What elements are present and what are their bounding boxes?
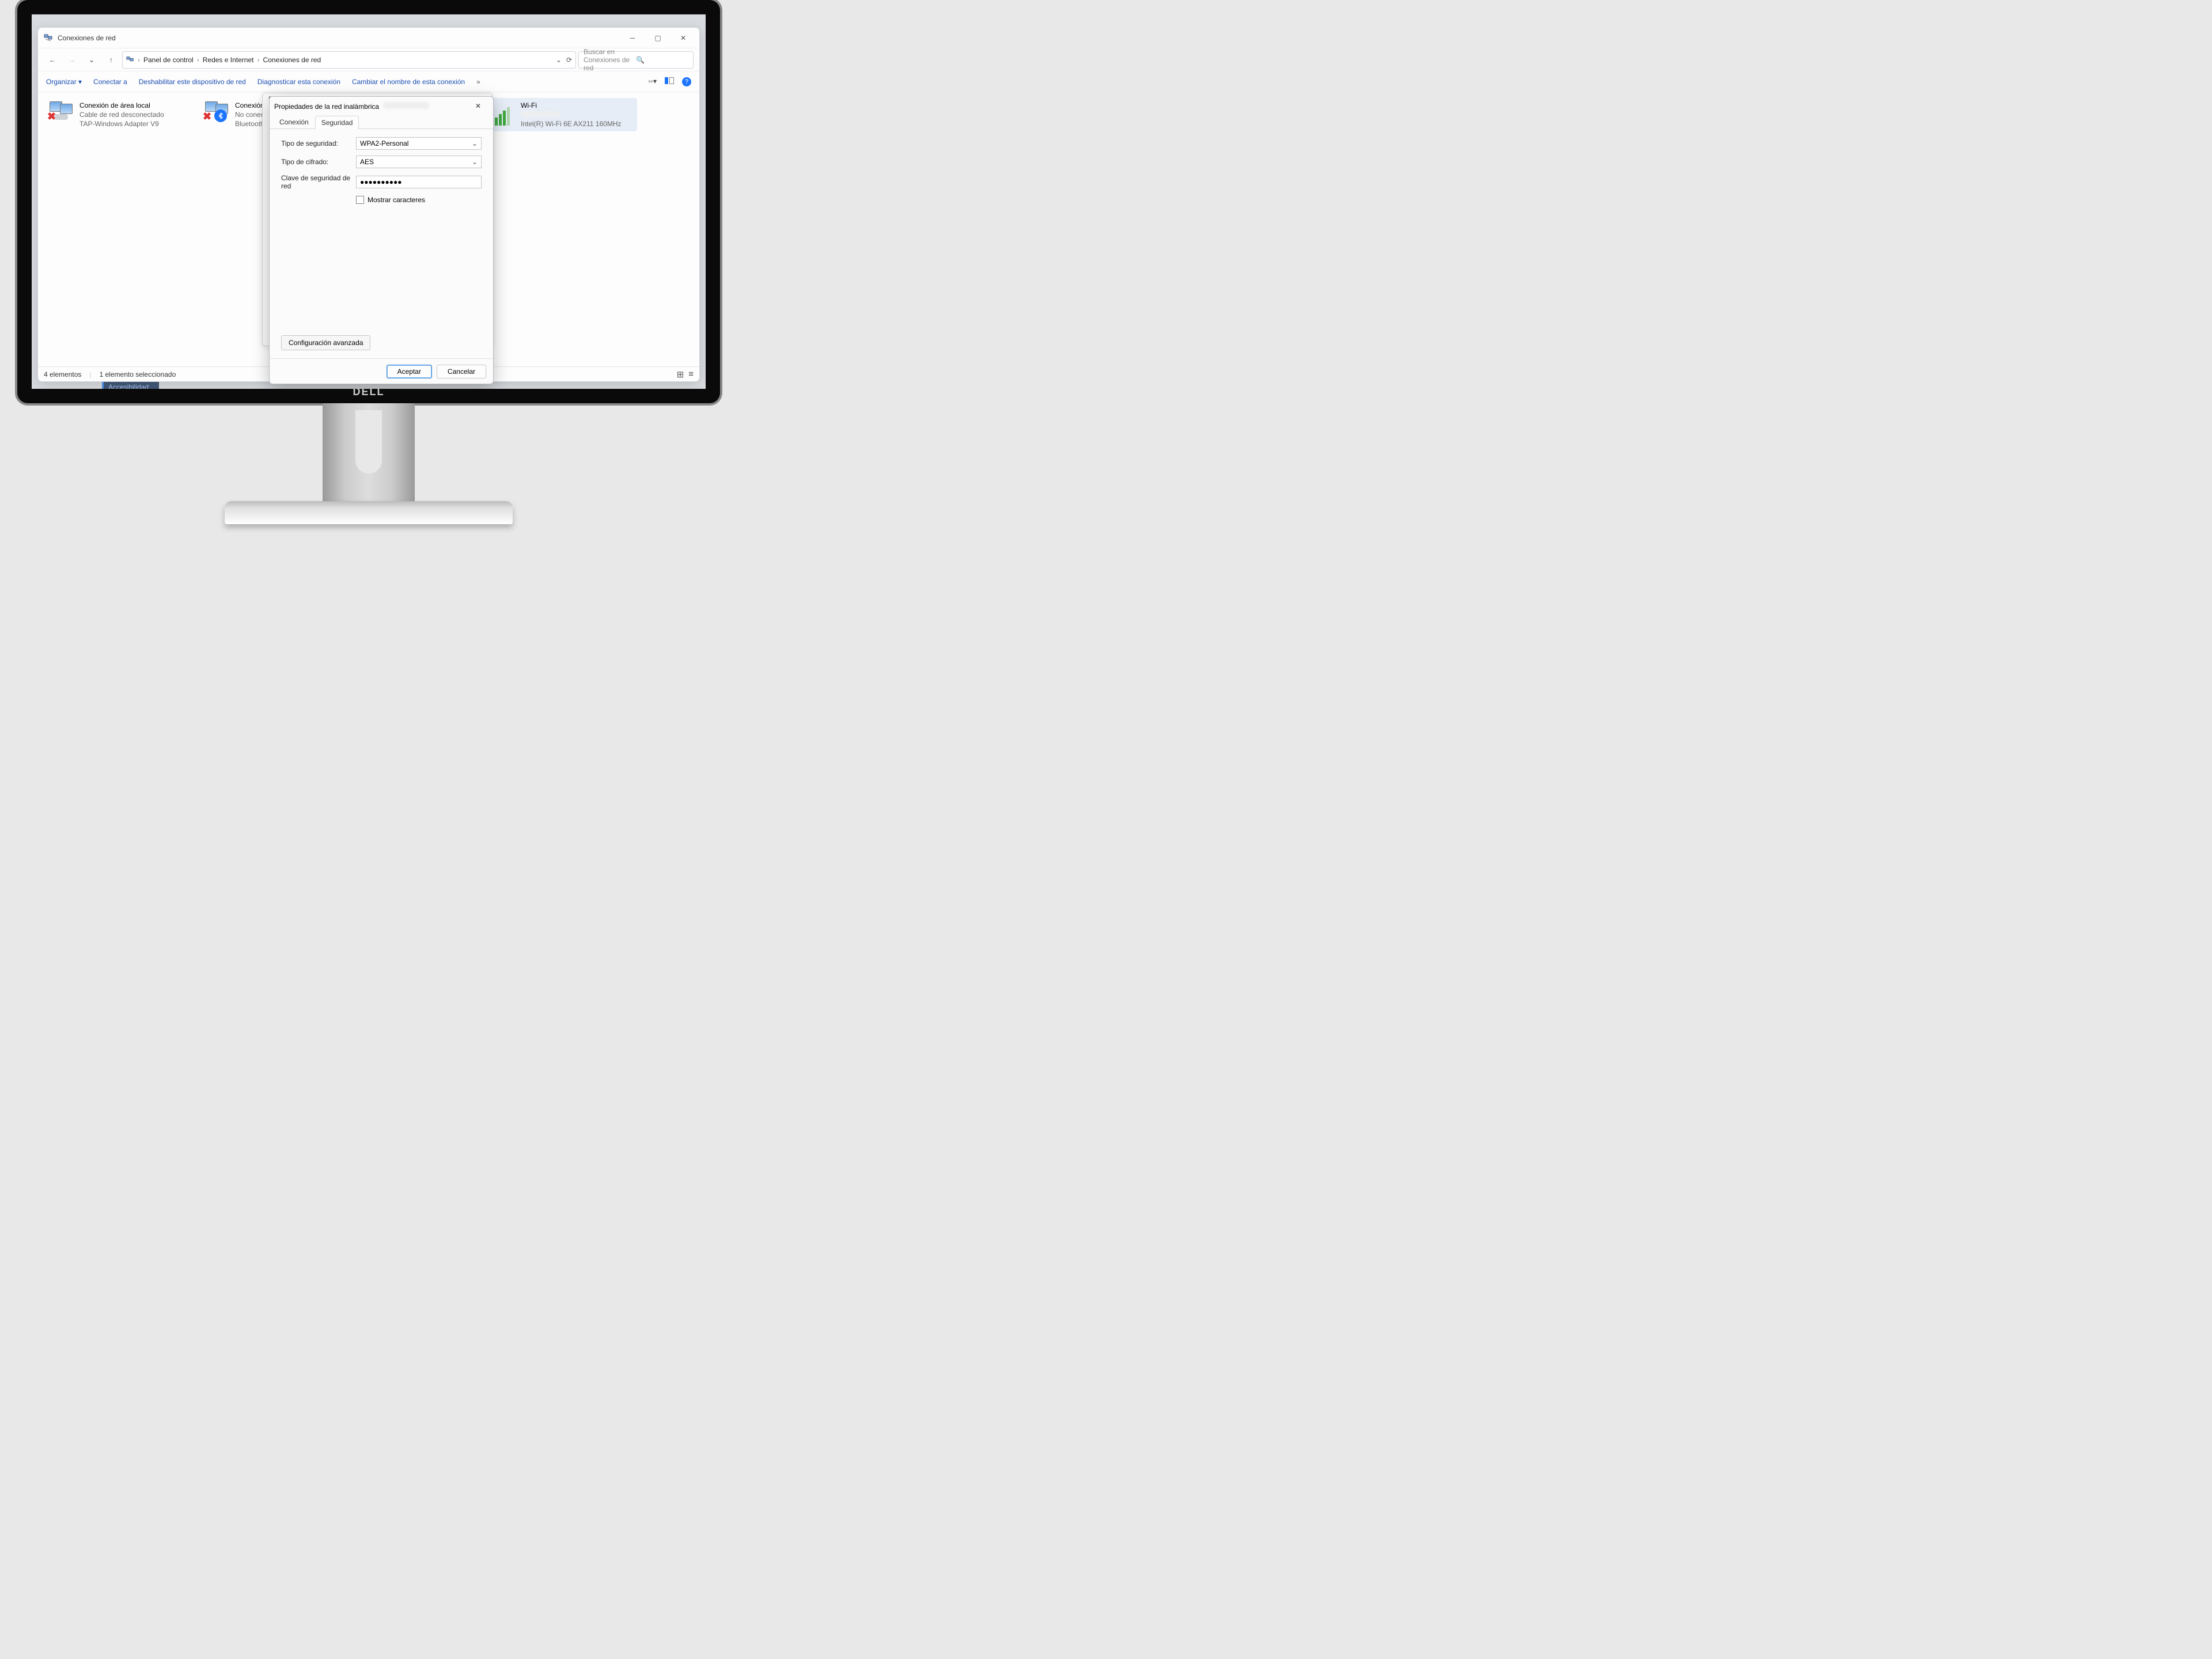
nav-forward-button[interactable]: → [63, 51, 81, 69]
connection-adapter: Bluetooth [235, 120, 264, 128]
dialog-title: Propiedades de la red inalámbrica [274, 102, 468, 111]
bluetooth-icon: ✖ [205, 101, 230, 123]
nav-recent-button[interactable]: ⌄ [83, 51, 100, 69]
toolbar-overflow[interactable]: » [476, 78, 480, 86]
search-placeholder: Buscar en Conexiones de red [584, 48, 636, 72]
breadcrumb-leaf[interactable]: Conexiones de red [263, 56, 321, 64]
minimize-button[interactable]: ─ [620, 29, 645, 47]
nav-back-button[interactable]: ← [44, 51, 61, 69]
search-input[interactable]: Buscar en Conexiones de red 🔍 [578, 51, 694, 69]
tab-security[interactable]: Seguridad [315, 116, 359, 129]
disconnected-x-icon: ✖ [47, 111, 58, 121]
connection-adapter: Intel(R) Wi-Fi 6E AX211 160MHz [521, 120, 622, 128]
view-details-icon[interactable] [677, 369, 684, 380]
connection-title: Conexión [235, 101, 264, 109]
security-key-input[interactable]: ●●●●●●●●●● [356, 176, 482, 188]
view-options-icon[interactable]: ▫▫▾ [648, 77, 657, 86]
label-security-type: Tipo de seguridad: [281, 139, 356, 147]
address-bar[interactable]: › Panel de control › Redes e Internet › … [122, 51, 576, 69]
connection-title: Wi-Fi [521, 101, 622, 109]
toolbar-rename[interactable]: Cambiar el nombre de esta conexión [352, 78, 465, 86]
search-icon: 🔍 [636, 56, 688, 64]
nav-up-button[interactable]: ↑ [103, 51, 120, 69]
status-item-count: 4 elementos [44, 370, 81, 378]
connection-status: No conec [235, 111, 264, 119]
connection-item-lan[interactable]: ✖ Conexión de área local Cable de red de… [46, 98, 196, 131]
connection-ssid [521, 111, 622, 119]
maximize-button[interactable]: ▢ [645, 29, 671, 47]
network-icon [44, 33, 53, 43]
security-type-select[interactable]: WPA2-Personal [356, 137, 482, 150]
window-title: Conexiones de red [58, 34, 620, 42]
label-show-characters: Mostrar caracteres [368, 196, 425, 204]
encryption-type-select[interactable]: AES [356, 156, 482, 168]
connection-item-wifi[interactable]: Wi-Fi Intel(R) Wi-Fi 6E AX211 160MHz [487, 98, 637, 131]
tab-connection[interactable]: Conexión [273, 115, 315, 128]
connection-title: Conexión de área local [79, 101, 164, 109]
cancel-button[interactable]: Cancelar [437, 365, 486, 378]
breadcrumb-root[interactable]: Panel de control [143, 56, 194, 64]
preview-pane-icon[interactable] [665, 77, 674, 86]
taskbar-item-accessibility[interactable]: Accesibilidad [102, 382, 159, 389]
monitor-brand-logo: DELL [353, 386, 385, 398]
status-selected-count: 1 elemento seleccionado [100, 370, 176, 378]
refresh-button[interactable]: ⟳ [566, 56, 572, 64]
view-tiles-icon[interactable] [688, 369, 694, 380]
connection-adapter: TAP-Windows Adapter V9 [79, 120, 164, 128]
ethernet-icon: ✖ [50, 101, 75, 123]
toolbar-connect-to[interactable]: Conectar a [93, 78, 127, 86]
ok-button[interactable]: Aceptar [387, 365, 432, 378]
toolbar-disable-device[interactable]: Deshabilitar este dispositivo de red [139, 78, 246, 86]
advanced-settings-button[interactable]: Configuración avanzada [281, 335, 370, 350]
wireless-properties-dialog: Propiedades de la red inalámbrica ✕ Cone… [269, 96, 494, 384]
toolbar-diagnose[interactable]: Diagnosticar esta conexión [257, 78, 340, 86]
breadcrumb-icon [126, 56, 134, 64]
connection-item-bluetooth[interactable]: ✖ Conexión No conec Bluetooth [202, 98, 271, 131]
breadcrumb-mid[interactable]: Redes e Internet [203, 56, 254, 64]
dialog-close-button[interactable]: ✕ [468, 99, 488, 113]
address-dropdown-icon[interactable]: ⌄ [556, 56, 562, 64]
label-security-key: Clave de seguridad de red [281, 174, 356, 190]
toolbar-organize[interactable]: Organizar ▾ [46, 78, 82, 86]
disconnected-x-icon: ✖ [203, 111, 213, 121]
close-button[interactable]: ✕ [671, 29, 696, 47]
ssid-name-blurred [383, 102, 429, 109]
wifi-icon [491, 101, 516, 123]
label-encryption-type: Tipo de cifrado: [281, 158, 356, 166]
connection-status: Cable de red desconectado [79, 111, 164, 119]
window-titlebar: Conexiones de red ─ ▢ ✕ [38, 28, 699, 48]
show-characters-checkbox[interactable] [356, 196, 364, 204]
help-icon[interactable]: ? [682, 77, 691, 86]
